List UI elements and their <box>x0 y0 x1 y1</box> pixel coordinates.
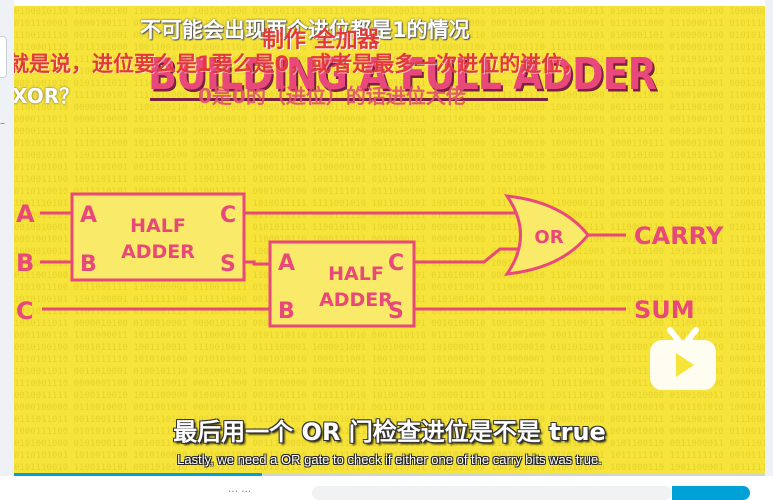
sum-output-label: SUM <box>634 296 695 324</box>
ha1-port-s: S <box>220 252 236 277</box>
ha2-port-c: C <box>388 251 404 276</box>
danmaku-comment: 0是0的（进位）的话进位大佬 <box>198 84 466 108</box>
ha2-port-a: A <box>278 251 295 276</box>
ha1-name-line2: ADDER <box>121 241 195 263</box>
wire-ha1-s <box>244 260 270 266</box>
video-player[interactable]: 0100010110 1100010100 1100100110 1001001… <box>14 6 765 473</box>
ha1-port-b: B <box>80 252 97 277</box>
or-gate-label: OR <box>534 227 563 248</box>
ha2-name-line2: ADDER <box>319 289 393 311</box>
danmaku-comment: 就是说，进位要么是1要么是0，或者是最多一次进位的进位， <box>14 52 584 76</box>
danmaku-comment: XOR？ <box>14 84 80 108</box>
side-caret-icon: – <box>0 118 5 129</box>
send-danmaku-button[interactable] <box>672 486 750 500</box>
input-b-label: B <box>16 249 34 277</box>
input-c-label: C <box>16 297 34 325</box>
ha2-name-line1: HALF <box>328 263 384 285</box>
bottom-partial-text: … … <box>228 484 252 495</box>
ha1-port-c: C <box>220 203 236 228</box>
ha2-port-b: B <box>278 299 295 324</box>
ha1-port-a: A <box>80 203 97 228</box>
half-adder-1-box <box>70 192 246 282</box>
wire-ha2-c <box>414 247 519 264</box>
input-a-label: A <box>16 200 35 228</box>
danmaku-input[interactable] <box>312 486 672 500</box>
subtitle-chinese: 最后用一个 OR 门检查进位是不是 true <box>173 418 606 446</box>
carry-output-label: CARRY <box>634 222 724 250</box>
ha1-name-line1: HALF <box>130 215 186 237</box>
bilibili-tv-icon <box>650 327 716 390</box>
side-collapse-tab[interactable] <box>0 36 7 78</box>
right-sidebar <box>765 0 773 494</box>
subtitle-english: Lastly, we need a OR gate to check if ei… <box>177 452 602 467</box>
